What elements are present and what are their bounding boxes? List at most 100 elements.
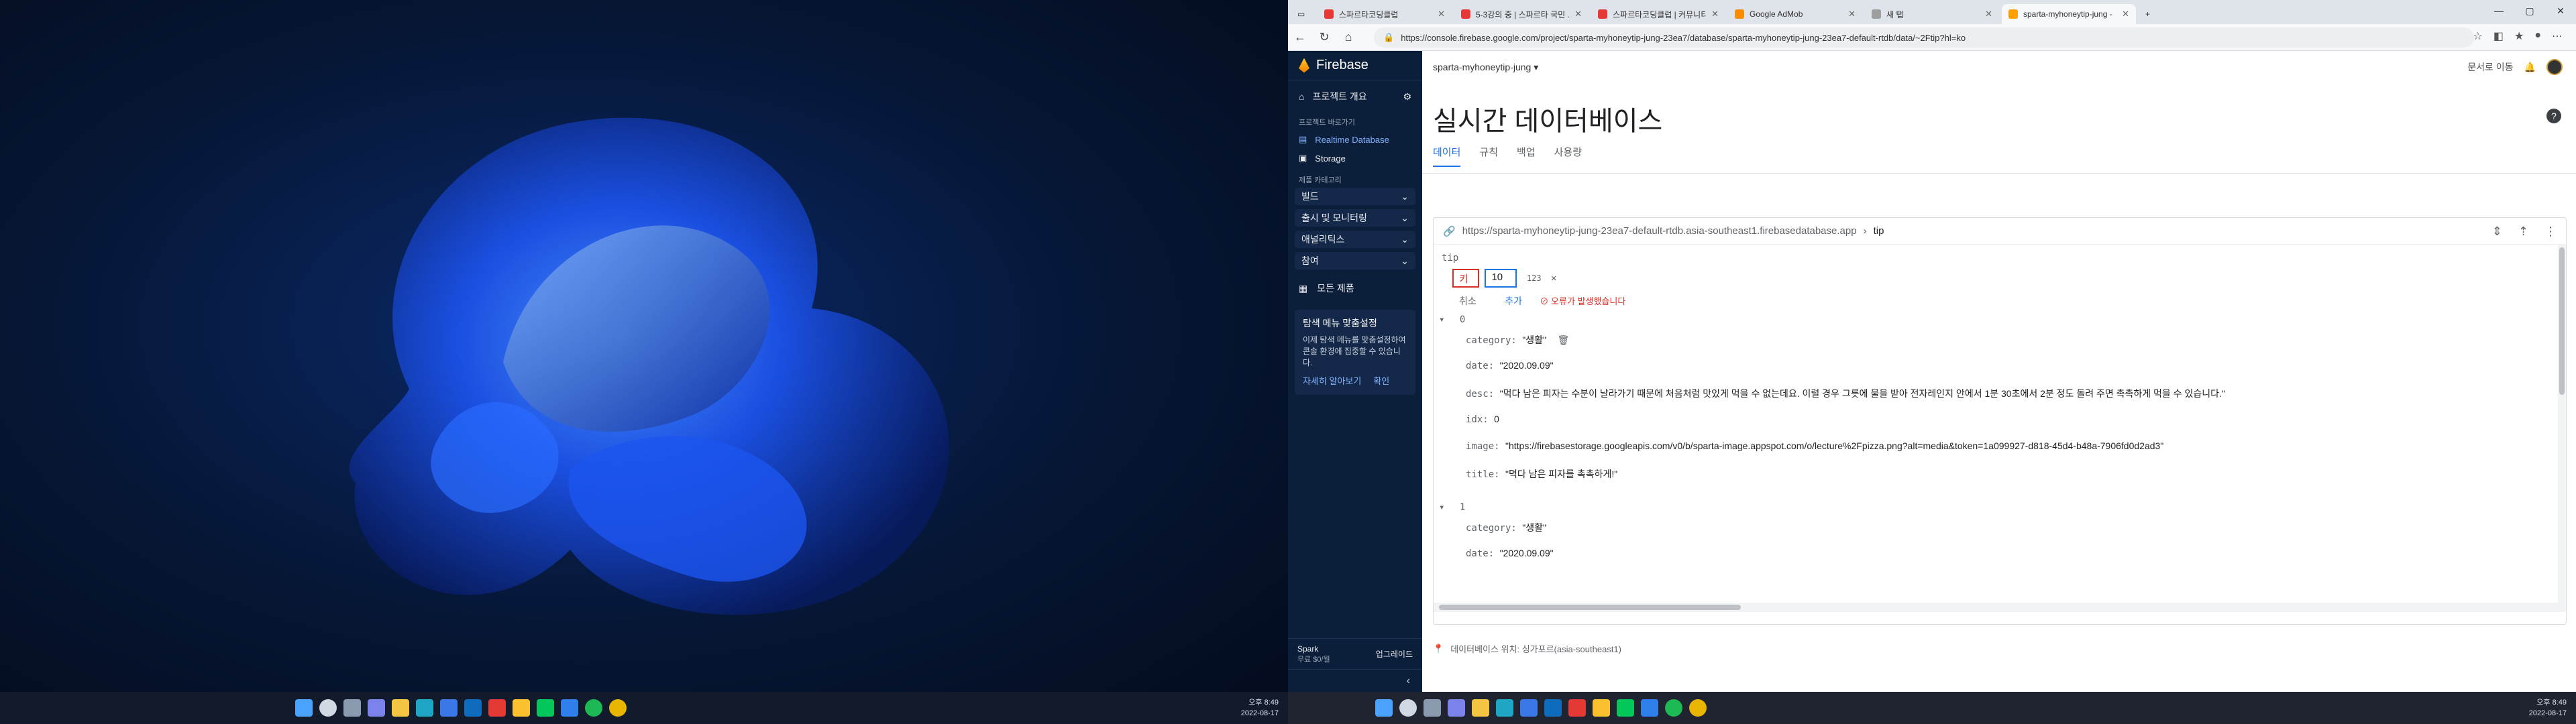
field-row[interactable]: desc: "먹다 남은 피자는 수분이 날라가기 때문에 처음처럼 맛있게 먹…: [1466, 387, 2225, 400]
naver-icon[interactable]: [1617, 699, 1634, 717]
store-icon[interactable]: [1520, 699, 1538, 717]
all-products[interactable]: ▦ 모든 제품: [1288, 275, 1422, 302]
add-button[interactable]: 추가: [1505, 296, 1522, 306]
field-row[interactable]: category: "생활": [1466, 521, 1546, 534]
left-tray-clock[interactable]: 오후 8:49 2022-08-17: [1241, 697, 1279, 719]
tab-close-icon[interactable]: ✕: [1574, 9, 1582, 19]
link-icon[interactable]: 🔗: [1443, 225, 1456, 237]
cancel-button[interactable]: 취소: [1459, 296, 1477, 306]
mail-icon[interactable]: [1544, 699, 1562, 717]
store-icon[interactable]: [440, 699, 458, 717]
sidebar-item-storage[interactable]: ▣ Storage: [1288, 149, 1422, 168]
field-row[interactable]: image: "https://firebasestorage.googleap…: [1466, 440, 2163, 452]
ref-node[interactable]: tip: [1874, 225, 1884, 237]
explorer-icon[interactable]: [1472, 699, 1489, 717]
scroll-thumb[interactable]: [2559, 247, 2565, 395]
expand-icon[interactable]: ⇕: [2492, 225, 2502, 239]
new-value-input[interactable]: 10: [1485, 269, 1517, 288]
chat-icon[interactable]: [1448, 699, 1465, 717]
project-overview[interactable]: ⌂ 프로젝트 개요 ⚙: [1288, 83, 1422, 110]
browser-tab-5[interactable]: sparta-myhoneytip-jung - ✕: [2002, 4, 2136, 24]
minimize-icon[interactable]: —: [2483, 0, 2514, 21]
ref-url[interactable]: https://sparta-myhoneytip-jung-23ea7-def…: [1462, 225, 1857, 237]
back-icon[interactable]: ←: [1288, 27, 1312, 48]
horizontal-scrollbar[interactable]: [1434, 603, 2566, 612]
type-selector[interactable]: 123: [1527, 274, 1542, 283]
extensions-icon[interactable]: ◧: [2493, 29, 2504, 43]
spotify-icon[interactable]: [585, 699, 602, 717]
home-icon[interactable]: ⌂: [1336, 27, 1360, 48]
firebase-logo[interactable]: Firebase: [1288, 51, 1422, 80]
collapse-caret-icon[interactable]: ▾: [1439, 314, 1444, 325]
card-ok-link[interactable]: 확인: [1373, 375, 1389, 387]
new-tab-button[interactable]: +: [2139, 4, 2159, 24]
search-icon[interactable]: [1399, 699, 1417, 717]
profile-icon[interactable]: ●: [2534, 29, 2541, 43]
collapse-sidebar-button[interactable]: ‹: [1288, 669, 1422, 692]
close-icon[interactable]: ✕: [2545, 0, 2576, 21]
taskview-icon[interactable]: [343, 699, 361, 717]
tab-close-icon[interactable]: ✕: [1848, 9, 1856, 19]
field-row[interactable]: idx: 0: [1466, 414, 1499, 425]
vertical-scrollbar[interactable]: [2558, 245, 2566, 603]
vscode-icon[interactable]: [561, 699, 578, 717]
sidebar-item-realtime-database[interactable]: ▤ Realtime Database: [1288, 130, 1422, 149]
browser-tab-2[interactable]: 스파르타코딩클럽 | 커뮤니티 ... ✕: [1591, 4, 1725, 24]
spotify-icon[interactable]: [1665, 699, 1682, 717]
tab-close-icon[interactable]: ✕: [2122, 9, 2129, 19]
tree-node-1[interactable]: ▾ 1: [1439, 502, 1465, 513]
delete-icon[interactable]: 🗑: [1557, 335, 1569, 346]
star-icon[interactable]: ☆: [2473, 29, 2483, 43]
field-row[interactable]: category: "생활" 🗑: [1466, 333, 1569, 347]
maximize-icon[interactable]: ▢: [2514, 0, 2545, 21]
tab-data[interactable]: 데이터: [1433, 145, 1461, 167]
settings-gear-icon[interactable]: ⚙: [1403, 91, 1411, 103]
tab-close-icon[interactable]: ✕: [1438, 9, 1445, 19]
help-icon[interactable]: ?: [2546, 109, 2561, 123]
refresh-icon[interactable]: ↻: [1312, 27, 1336, 48]
collapse-icon[interactable]: ⇡: [2518, 225, 2528, 239]
upgrade-button[interactable]: 업그레이드: [1376, 648, 1413, 660]
chrome-icon[interactable]: [609, 699, 627, 717]
edge-icon[interactable]: [1496, 699, 1513, 717]
start-icon[interactable]: [295, 699, 313, 717]
tab-rules[interactable]: 규칙: [1479, 145, 1498, 167]
tab-close-icon[interactable]: ✕: [1985, 9, 1992, 19]
tab-usage[interactable]: 사용량: [1554, 145, 1582, 167]
sidebar-group-analytics[interactable]: 애널리틱스 ⌄: [1295, 231, 1415, 248]
naver-icon[interactable]: [537, 699, 554, 717]
browser-tab-3[interactable]: Google AdMob ✕: [1728, 4, 1862, 24]
browser-tab-4[interactable]: 새 탭 ✕: [1865, 4, 1999, 24]
sidebar-group-release[interactable]: 출시 및 모니터링 ⌄: [1295, 209, 1415, 227]
chrome-icon[interactable]: [1689, 699, 1707, 717]
start-icon[interactable]: [1375, 699, 1393, 717]
maps-icon[interactable]: [1593, 699, 1610, 717]
scroll-thumb[interactable]: [1439, 605, 1741, 610]
root-key[interactable]: tip: [1442, 253, 1458, 263]
new-key-input[interactable]: 키: [1452, 269, 1479, 288]
docs-link[interactable]: 문서로 이동: [2467, 60, 2513, 74]
project-selector[interactable]: sparta-myhoneytip-jung ▾: [1433, 62, 1538, 73]
more-icon[interactable]: ⋯: [2552, 29, 2563, 43]
edge-icon[interactable]: [416, 699, 433, 717]
tab-backups[interactable]: 백업: [1517, 145, 1536, 167]
more-vert-icon[interactable]: ⋮: [2544, 225, 2557, 239]
right-tray-clock[interactable]: 오후 8:49 2022-08-17: [2529, 697, 2567, 719]
tree-node-0[interactable]: ▾ 0: [1439, 314, 1465, 325]
learn-more-link[interactable]: 자세히 알아보기: [1303, 375, 1361, 387]
sidebar-group-engage[interactable]: 참여 ⌄: [1295, 252, 1415, 269]
maps-icon[interactable]: [513, 699, 530, 717]
browser-menu[interactable]: ▭: [1291, 4, 1315, 24]
field-row[interactable]: title: "먹다 남은 피자를 촉촉하게!": [1466, 467, 1617, 481]
field-row[interactable]: date: "2020.09.09": [1466, 548, 1554, 559]
avatar[interactable]: [2546, 59, 2563, 75]
youtube-icon[interactable]: [1568, 699, 1586, 717]
search-icon[interactable]: [319, 699, 337, 717]
collapse-caret-icon[interactable]: ▾: [1439, 502, 1444, 513]
vscode-icon[interactable]: [1641, 699, 1658, 717]
taskview-icon[interactable]: [1424, 699, 1441, 717]
remove-icon[interactable]: ✕: [1551, 273, 1556, 284]
tab-close-icon[interactable]: ✕: [1711, 9, 1719, 19]
notifications-bell-icon[interactable]: 🔔: [2524, 62, 2536, 73]
browser-tab-0[interactable]: 스파르타코딩클럽 ✕: [1318, 4, 1452, 24]
